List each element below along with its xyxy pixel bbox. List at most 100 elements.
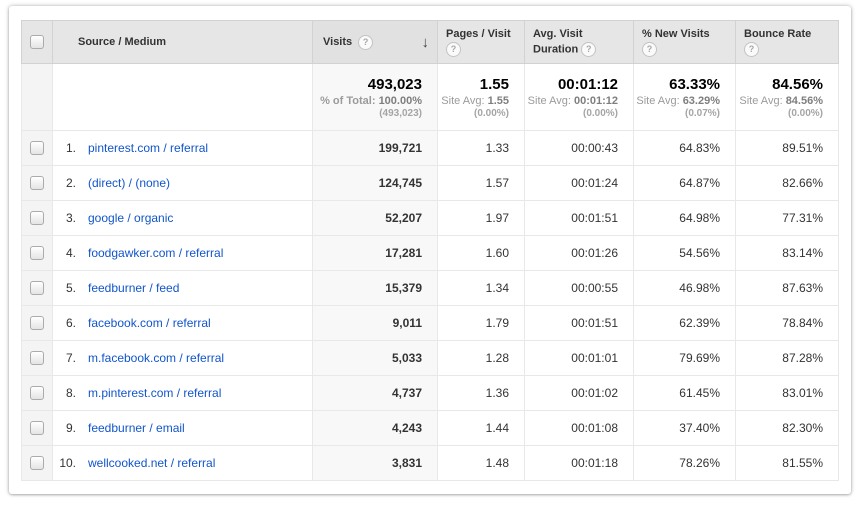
row-checkbox[interactable] xyxy=(30,351,44,365)
table-body: 493,023 % of Total: 100.00% (493,023) 1.… xyxy=(22,64,839,481)
cell-new-visits: 62.39% xyxy=(634,306,736,341)
row-number: 10. xyxy=(56,456,76,470)
row-check-cell xyxy=(22,411,53,446)
row-check-cell xyxy=(22,236,53,271)
header-avg-visit-duration[interactable]: Avg. Visit Duration ? xyxy=(525,21,634,64)
row-checkbox[interactable] xyxy=(30,246,44,260)
header-pages-per-visit[interactable]: Pages / Visit ? xyxy=(438,21,525,64)
header-pages-label: Pages / Visit xyxy=(446,28,511,40)
table-row: 4.foodgawker.com / referral 17,281 1.60 … xyxy=(22,236,839,271)
source-medium-link[interactable]: feedburner / email xyxy=(88,421,185,435)
row-number: 2. xyxy=(56,176,76,190)
cell-source-medium: 10. wellcooked.net / referral xyxy=(53,446,313,481)
cell-pages-per-visit: 1.60 xyxy=(438,236,525,271)
table-row: 10.wellcooked.net / referral 3,831 1.48 … xyxy=(22,446,839,481)
source-medium-link[interactable]: wellcooked.net / referral xyxy=(88,456,215,470)
cell-avg-visit-duration: 00:00:43 xyxy=(525,131,634,166)
header-bounce-rate[interactable]: Bounce Rate ? xyxy=(736,21,839,64)
cell-pages-per-visit: 1.79 xyxy=(438,306,525,341)
cell-visits: 199,721 xyxy=(313,131,438,166)
row-check-cell xyxy=(22,271,53,306)
header-visits-label: Visits xyxy=(323,36,352,48)
row-checkbox[interactable] xyxy=(30,211,44,225)
source-medium-link[interactable]: feedburner / feed xyxy=(88,281,179,295)
cell-avg-visit-duration: 00:01:24 xyxy=(525,166,634,201)
header-duration-label-line1: Avg. Visit xyxy=(533,28,583,40)
header-new-visits[interactable]: % New Visits ? xyxy=(634,21,736,64)
row-check-cell xyxy=(22,166,53,201)
row-check-cell xyxy=(22,131,53,166)
cell-source-medium: 7.m.facebook.com / referral xyxy=(53,341,313,376)
source-medium-link[interactable]: (direct) / (none) xyxy=(88,176,170,190)
cell-visits: 124,745 xyxy=(313,166,438,201)
cell-bounce-rate: 89.51% xyxy=(736,131,839,166)
cell-bounce-rate: 87.63% xyxy=(736,271,839,306)
cell-visits: 9,011 xyxy=(313,306,438,341)
cell-avg-visit-duration: 00:01:51 xyxy=(525,306,634,341)
table-row: 9.feedburner / email 4,243 1.44 00:01:08… xyxy=(22,411,839,446)
source-medium-link[interactable]: m.pinterest.com / referral xyxy=(88,386,221,400)
row-checkbox[interactable] xyxy=(30,176,44,190)
row-check-cell xyxy=(22,376,53,411)
cell-avg-visit-duration: 00:00:55 xyxy=(525,271,634,306)
cell-new-visits: 61.45% xyxy=(634,376,736,411)
row-number: 4. xyxy=(56,246,76,260)
source-medium-link[interactable]: pinterest.com / referral xyxy=(88,141,208,155)
table-header-row: Source / Medium Visits ? ↓ Pages / Visit… xyxy=(22,21,839,64)
cell-source-medium: 8.m.pinterest.com / referral xyxy=(53,376,313,411)
help-icon[interactable]: ? xyxy=(642,42,657,57)
cell-pages-per-visit: 1.48 xyxy=(438,446,525,481)
cell-new-visits: 46.98% xyxy=(634,271,736,306)
row-checkbox[interactable] xyxy=(30,141,44,155)
header-duration-label-line2: Duration xyxy=(533,43,578,55)
cell-source-medium: 4. foodgawker.com / referral xyxy=(53,236,313,271)
cell-avg-visit-duration: 00:01:26 xyxy=(525,236,634,271)
row-check-cell xyxy=(22,341,53,376)
cell-pages-per-visit: 1.57 xyxy=(438,166,525,201)
cell-avg-visit-duration: 00:01:01 xyxy=(525,341,634,376)
source-medium-link[interactable]: m.facebook.com / referral xyxy=(88,351,224,365)
help-icon[interactable]: ? xyxy=(581,42,596,57)
source-medium-link[interactable]: google / organic xyxy=(88,211,173,225)
cell-source-medium: 6.facebook.com / referral xyxy=(53,306,313,341)
cell-avg-visit-duration: 00:01:51 xyxy=(525,201,634,236)
help-icon[interactable]: ? xyxy=(446,42,461,57)
cell-visits: 17,281 xyxy=(313,236,438,271)
header-source-medium-label: Source / Medium xyxy=(78,36,166,48)
cell-avg-visit-duration: 00:01:18 xyxy=(525,446,634,481)
cell-new-visits: 64.83% xyxy=(634,131,736,166)
cell-new-visits: 54.56% xyxy=(634,236,736,271)
summary-source-cell xyxy=(53,64,313,131)
cell-visits: 15,379 xyxy=(313,271,438,306)
header-source-medium[interactable]: Source / Medium xyxy=(53,21,313,64)
row-checkbox[interactable] xyxy=(30,456,44,470)
source-medium-link[interactable]: facebook.com / referral xyxy=(88,316,211,330)
summary-row: 493,023 % of Total: 100.00% (493,023) 1.… xyxy=(22,64,839,131)
help-icon[interactable]: ? xyxy=(744,42,759,57)
summary-pages-cell: 1.55 Site Avg: 1.55 (0.00%) xyxy=(438,64,525,131)
select-all-checkbox[interactable] xyxy=(30,35,44,49)
table-row: 3.google / organic 52,207 1.97 00:01:51 … xyxy=(22,201,839,236)
row-checkbox[interactable] xyxy=(30,281,44,295)
row-number: 9. xyxy=(56,421,76,435)
report-panel: Source / Medium Visits ? ↓ Pages / Visit… xyxy=(9,6,851,494)
help-icon[interactable]: ? xyxy=(358,35,373,50)
cell-bounce-rate: 81.55% xyxy=(736,446,839,481)
cell-avg-visit-duration: 00:01:08 xyxy=(525,411,634,446)
row-checkbox[interactable] xyxy=(30,316,44,330)
cell-bounce-rate: 77.31% xyxy=(736,201,839,236)
sort-descending-icon[interactable]: ↓ xyxy=(422,35,430,50)
cell-source-medium: 9. feedburner / email xyxy=(53,411,313,446)
header-visits[interactable]: Visits ? ↓ xyxy=(313,21,438,64)
source-medium-table: Source / Medium Visits ? ↓ Pages / Visit… xyxy=(21,20,839,481)
row-checkbox[interactable] xyxy=(30,386,44,400)
cell-bounce-rate: 82.66% xyxy=(736,166,839,201)
cell-visits: 52,207 xyxy=(313,201,438,236)
total-visits: 493,023 xyxy=(313,75,422,94)
row-number: 3. xyxy=(56,211,76,225)
source-medium-link[interactable]: foodgawker.com / referral xyxy=(88,246,223,260)
row-check-cell xyxy=(22,446,53,481)
cell-pages-per-visit: 1.97 xyxy=(438,201,525,236)
summary-new-visits-cell: 63.33% Site Avg: 63.29% (0.07%) xyxy=(634,64,736,131)
row-checkbox[interactable] xyxy=(30,421,44,435)
